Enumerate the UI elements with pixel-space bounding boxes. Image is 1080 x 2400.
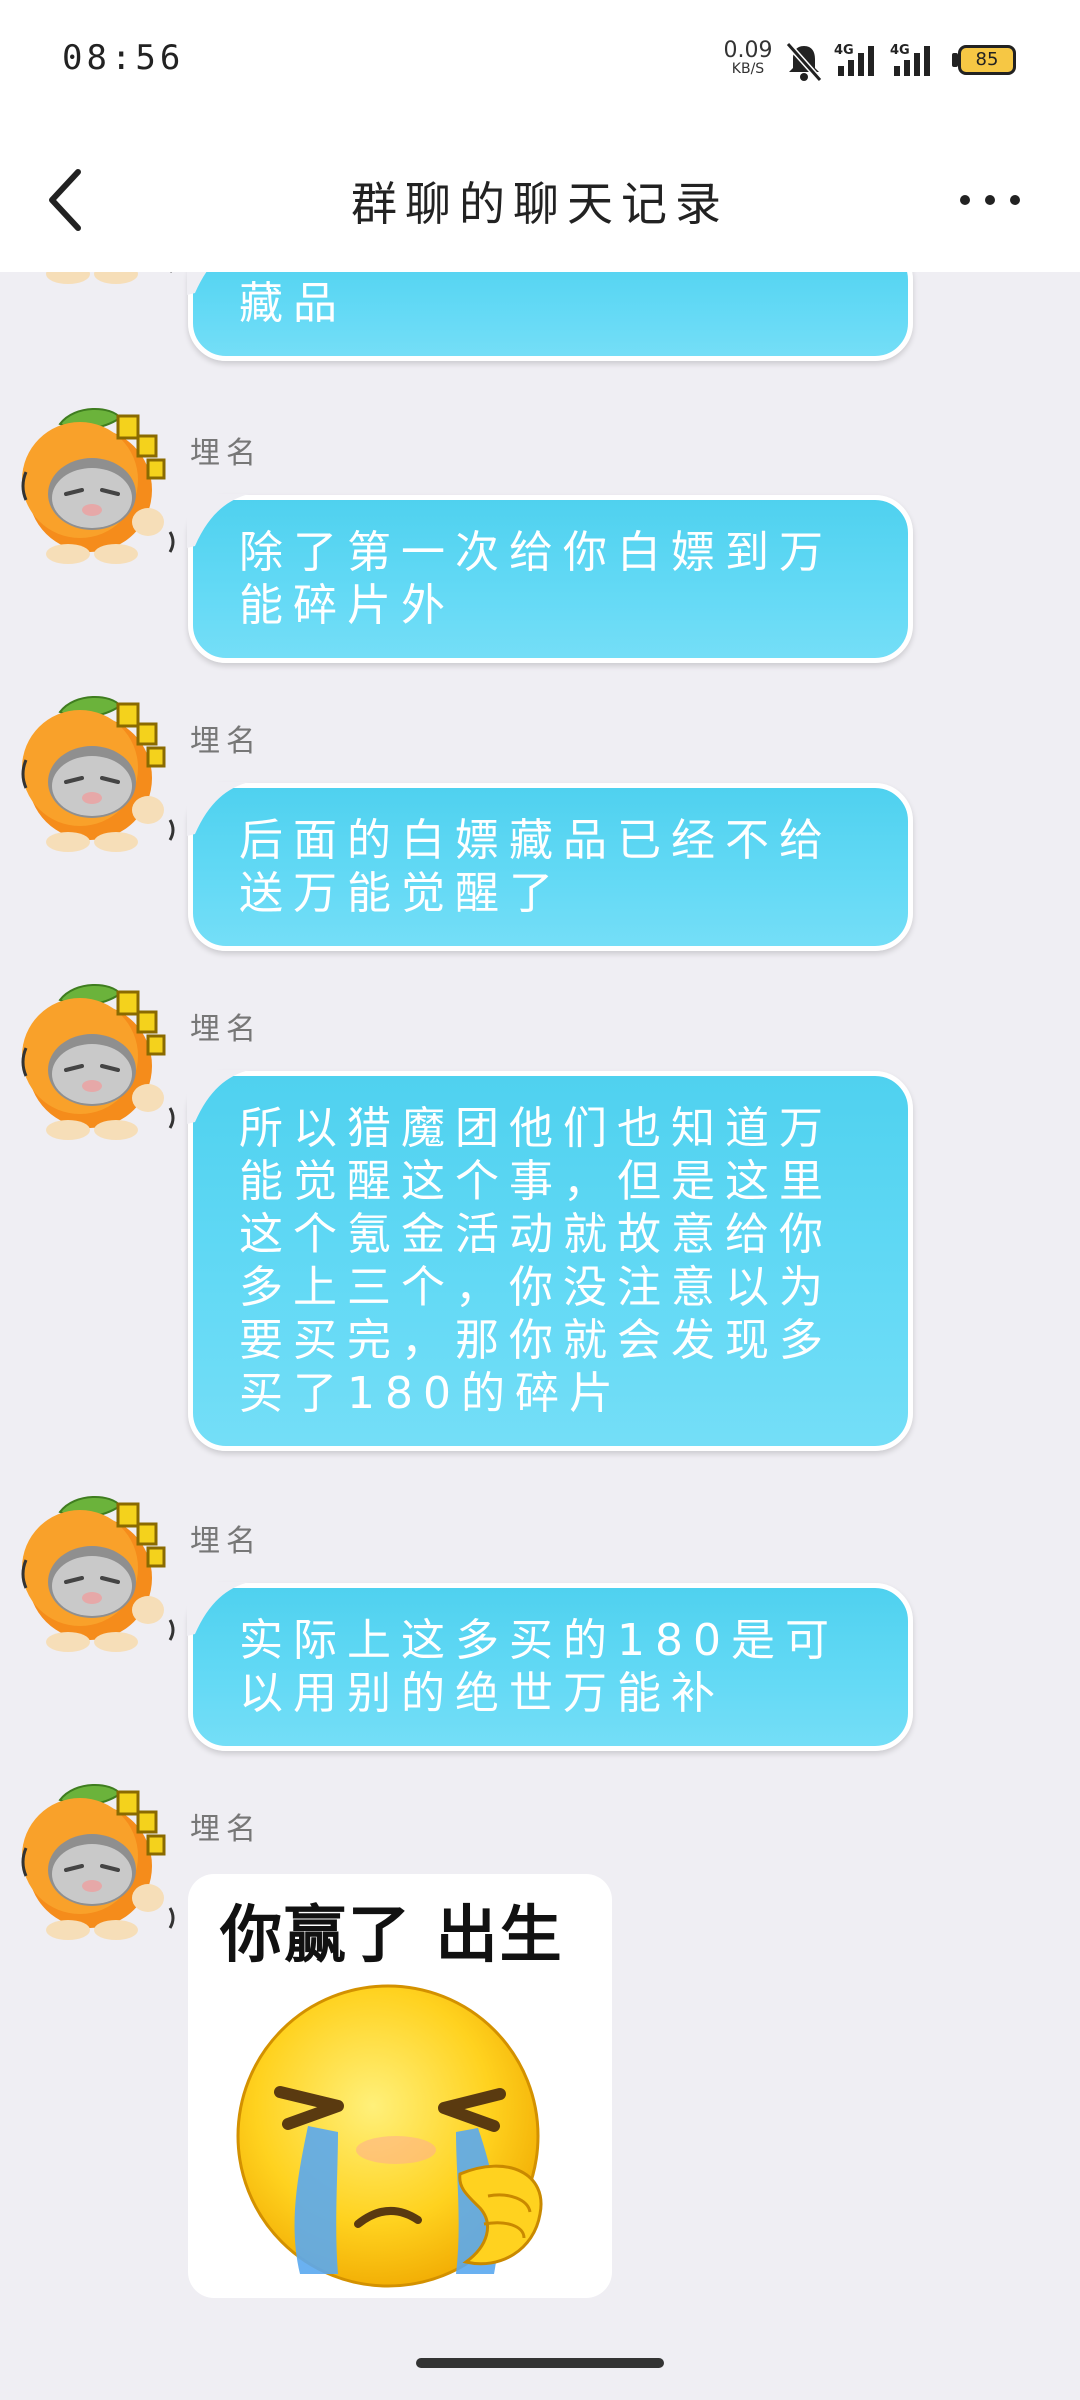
message-text: 所以猎魔团他们也知道万能觉醒这个事，但是这里这个氪金活动就故意给你多上三个，你没…	[239, 1103, 833, 1419]
sender-name: 埋名	[190, 724, 262, 759]
bubble-tail	[187, 494, 249, 548]
message-text: 后面的白嫖藏品已经不给送万能觉醒了	[239, 815, 833, 919]
more-horizontal-icon	[960, 195, 1020, 205]
avatar[interactable]	[20, 1490, 180, 1660]
bell-muted-icon	[785, 42, 823, 82]
message-bubble[interactable]: 除了第一次给你白嫖到万能碎片外	[187, 494, 913, 663]
message-bubble[interactable]: 所以猎魔团他们也知道万能觉醒这个事，但是这里这个氪金活动就故意给你多上三个，你没…	[187, 1070, 913, 1451]
status-bar: 08:56 0.09 KB/S 4G 4G 85	[0, 0, 1080, 130]
sticker-image[interactable]: 你赢了 出生	[188, 1874, 612, 2298]
home-indicator[interactable]	[416, 2358, 664, 2368]
bubble-tail	[187, 1070, 249, 1124]
avatar[interactable]	[20, 272, 180, 292]
message-text: 除了第一次给你白嫖到万能碎片外	[239, 527, 833, 631]
sender-name: 埋名	[190, 1812, 262, 1847]
battery-level: 85	[975, 49, 999, 70]
header: 群聊的聊天记录	[0, 130, 1080, 272]
message-bubble[interactable]: 藏品	[187, 272, 913, 361]
avatar[interactable]	[20, 1778, 180, 1948]
page-title: 群聊的聊天记录	[351, 177, 729, 231]
network-speed-value: 0.09	[723, 38, 773, 63]
sender-name: 埋名	[190, 436, 262, 471]
message-bubble[interactable]: 实际上这多买的180是可以用别的绝世万能补	[187, 1582, 913, 1751]
network-speed-unit: KB/S	[731, 61, 765, 77]
sender-name: 埋名	[190, 1012, 262, 1047]
bubble-tail	[187, 1582, 249, 1636]
message-text: 实际上这多买的180是可以用别的绝世万能补	[239, 1615, 839, 1719]
clock: 08:56	[62, 38, 185, 78]
more-button[interactable]	[950, 180, 1030, 220]
bubble-tail	[187, 272, 207, 295]
bottom-bar	[0, 2322, 1080, 2400]
signal-1-label: 4G	[834, 43, 854, 58]
message-bubble[interactable]: 后面的白嫖藏品已经不给送万能觉醒了	[187, 782, 913, 951]
sender-name: 埋名	[190, 1524, 262, 1559]
bubble-tail	[187, 782, 249, 836]
avatar[interactable]	[20, 402, 180, 572]
avatar[interactable]	[20, 690, 180, 860]
network-speed: 0.09 KB/S	[720, 38, 776, 77]
signal-2-label: 4G	[890, 43, 910, 58]
signal-4g-icon: 4G	[834, 43, 874, 76]
crying-emoji-icon	[236, 1984, 543, 2288]
battery-icon: 85	[958, 45, 1016, 75]
chat-area[interactable]: 藏品 埋名 除了第一次给你白嫖到万能碎片外 埋名 后面的白嫖藏品已经不给送万能觉…	[0, 272, 1080, 2322]
avatar[interactable]	[20, 978, 180, 1148]
signal-4g-icon: 4G	[890, 43, 930, 76]
